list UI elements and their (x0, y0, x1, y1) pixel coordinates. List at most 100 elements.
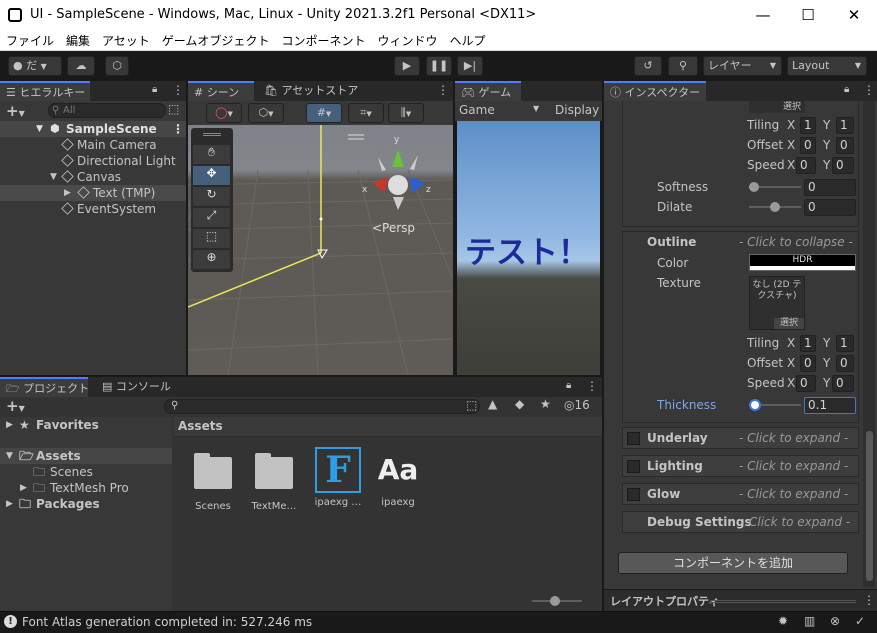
draw-mode-dropdown[interactable]: ◯▼ (206, 103, 242, 123)
close-button[interactable]: ✕ (831, 0, 877, 31)
menu-gameobject[interactable]: ゲームオブジェクト (156, 31, 276, 51)
display-dropdown[interactable]: Display (555, 103, 599, 117)
auto-generate-lighting-icon[interactable]: ✹ (778, 614, 788, 628)
softness-slider[interactable] (749, 182, 801, 192)
tab-hierarchy[interactable]: ☰ ヒエラルキー (0, 81, 90, 101)
tab-project[interactable]: 🗁︎ プロジェクト (0, 377, 89, 397)
expand-arrow-icon[interactable]: ▶ (6, 417, 13, 433)
expand-arrow-icon[interactable]: ▶ (6, 496, 13, 512)
tiling-x-field[interactable]: 1 (800, 117, 816, 134)
search-filter-icon[interactable]: ⬚ (168, 102, 179, 116)
thickness-slider[interactable] (749, 399, 801, 411)
tree-item[interactable]: ▶ 🗀︎ TextMesh Pro (0, 480, 172, 496)
add-component-button[interactable]: コンポーネントを追加 (618, 552, 848, 574)
more-menu-icon[interactable]: ⋮ (863, 593, 875, 607)
projection-label[interactable]: <Persp (372, 221, 415, 235)
grid-snap-toggle[interactable]: #▼ (306, 103, 342, 123)
transform-tool-button[interactable]: ⊕ (193, 250, 230, 269)
hierarchy-item[interactable]: Directional Light (0, 153, 186, 169)
expand-arrow-icon[interactable]: ▼ (6, 448, 13, 464)
outline-color-field[interactable]: HDR (749, 254, 856, 271)
tiling-y-field[interactable]: 1 (836, 335, 854, 352)
tiling-y-field[interactable]: 1 (836, 117, 854, 134)
tree-item-packages[interactable]: ▶ 🗀︎ Packages (0, 496, 172, 512)
more-menu-icon[interactable]: ⋮ (863, 83, 875, 97)
speed-y-field[interactable]: 0 (832, 375, 854, 392)
scale-tool-button[interactable]: ⤢ (193, 208, 230, 227)
layout-dropdown[interactable]: Layout ▼ (787, 56, 867, 76)
cloud-button[interactable]: ☁ (67, 56, 95, 76)
view-options-dropdown[interactable]: ⬡▼ (248, 103, 284, 123)
step-button[interactable]: ▶| (457, 56, 483, 76)
expand-arrow-icon[interactable]: ▶ (20, 480, 27, 496)
more-menu-icon[interactable]: ⋮ (172, 121, 184, 137)
status-message[interactable]: Font Atlas generation completed in: 527.… (22, 615, 312, 629)
tab-asset-store[interactable]: 🛍︎ アセットストア (258, 81, 364, 101)
hierarchy-search-input[interactable]: ⚲ All (48, 103, 166, 118)
expand-arrow-icon[interactable]: ▼ (50, 169, 57, 185)
more-menu-icon[interactable]: ⋮ (586, 379, 598, 393)
underlay-section-header[interactable]: Underlay - Click to expand - (622, 427, 859, 449)
asset-item[interactable]: TextMe… (246, 453, 302, 517)
menu-help[interactable]: ヘルプ (443, 31, 491, 51)
tree-item[interactable]: 🗀︎ Scenes (0, 464, 172, 480)
game-view-dropdown[interactable]: Game (459, 103, 495, 117)
lock-icon[interactable]: 🔒︎ (152, 84, 157, 95)
tree-item-assets[interactable]: ▼ 🗁︎ Assets (0, 448, 172, 464)
lock-icon[interactable]: 🔒︎ (566, 380, 571, 391)
layers-dropdown[interactable]: レイヤー ▼ (703, 56, 782, 76)
speed-y-field[interactable]: 0 (832, 157, 854, 174)
thickness-field[interactable]: 0.1 (804, 397, 856, 414)
tab-game[interactable]: 🎮︎ ゲーム (455, 81, 521, 101)
scene-viewport[interactable]: y x z <Persp ✋︎ ✥ ↻ ⤢ ⬚ ⊕ (188, 125, 453, 375)
tiling-x-field[interactable]: 1 (800, 335, 816, 352)
tab-scene[interactable]: # シーン (188, 81, 254, 101)
cache-server-icon[interactable]: ▥ (804, 614, 815, 628)
rect-tool-button[interactable]: ⬚ (193, 229, 230, 248)
tree-item-favorites[interactable]: ▶ ★ Favorites (0, 417, 172, 433)
asset-item[interactable]: F ipaexg … (310, 447, 366, 517)
more-menu-icon[interactable]: ⋮ (172, 83, 184, 97)
offset-y-field[interactable]: 0 (836, 137, 854, 154)
snap-increment-dropdown[interactable]: ⌗▼ (348, 103, 384, 123)
progress-check-icon[interactable]: ✓ (855, 614, 865, 628)
debug-settings-section-header[interactable]: Debug Settings Click to expand - (622, 511, 859, 533)
expand-arrow-icon[interactable]: ▼ (36, 121, 43, 137)
hierarchy-item[interactable]: ▼ Canvas (0, 169, 186, 185)
menu-component[interactable]: コンポーネント (275, 31, 371, 51)
add-button[interactable]: +▼ (6, 102, 25, 120)
add-button[interactable]: +▼ (6, 397, 25, 415)
undo-history-button[interactable]: ↺ (634, 56, 662, 76)
hierarchy-item[interactable]: Main Camera (0, 137, 186, 153)
menu-assets[interactable]: アセット (96, 31, 156, 51)
project-search-input[interactable]: ⚲ (164, 399, 480, 414)
search-button[interactable]: ⚲ (668, 56, 698, 76)
chevron-down-icon[interactable]: ▼ (533, 104, 539, 113)
hidden-packages-toggle[interactable]: ◎16 (564, 398, 590, 412)
outline-header[interactable]: Outline - Click to collapse - (623, 232, 858, 254)
tab-console[interactable]: ▤ コンソール (96, 377, 177, 397)
tag-icon[interactable]: ◆ (515, 397, 524, 411)
inspector-scrollbar[interactable] (863, 101, 875, 587)
speed-x-field[interactable]: 0 (796, 375, 816, 392)
texture-select-button[interactable]: 選択 (774, 318, 804, 329)
star-icon[interactable]: ★ (540, 397, 551, 411)
filter-by-type-icon[interactable]: ▲ (488, 397, 497, 411)
play-button[interactable]: ▶ (394, 56, 420, 76)
speed-x-field[interactable]: 0 (796, 157, 816, 174)
offset-x-field[interactable]: 0 (800, 355, 816, 372)
lighting-section-header[interactable]: Lighting - Click to expand - (622, 455, 859, 477)
asset-item[interactable]: Scenes (188, 453, 238, 517)
hierarchy-item[interactable]: EventSystem (0, 201, 186, 217)
debug-mode-icon[interactable]: ⊗ (830, 614, 840, 628)
texture-select-button[interactable]: 選択 (749, 101, 805, 113)
palette-handle[interactable] (203, 133, 221, 136)
tab-inspector[interactable]: ⓘ インスペクター (604, 81, 706, 101)
offset-x-field[interactable]: 0 (800, 137, 816, 154)
gizmo-dropdown[interactable]: ⫼▼ (388, 103, 424, 123)
expand-arrow-icon[interactable]: ▶ (64, 185, 71, 201)
search-filter-icon[interactable]: ⬚ (466, 398, 477, 412)
move-tool-button[interactable]: ✥ (193, 166, 230, 185)
menu-file[interactable]: ファイル (0, 31, 60, 51)
dilate-slider[interactable] (749, 202, 801, 212)
